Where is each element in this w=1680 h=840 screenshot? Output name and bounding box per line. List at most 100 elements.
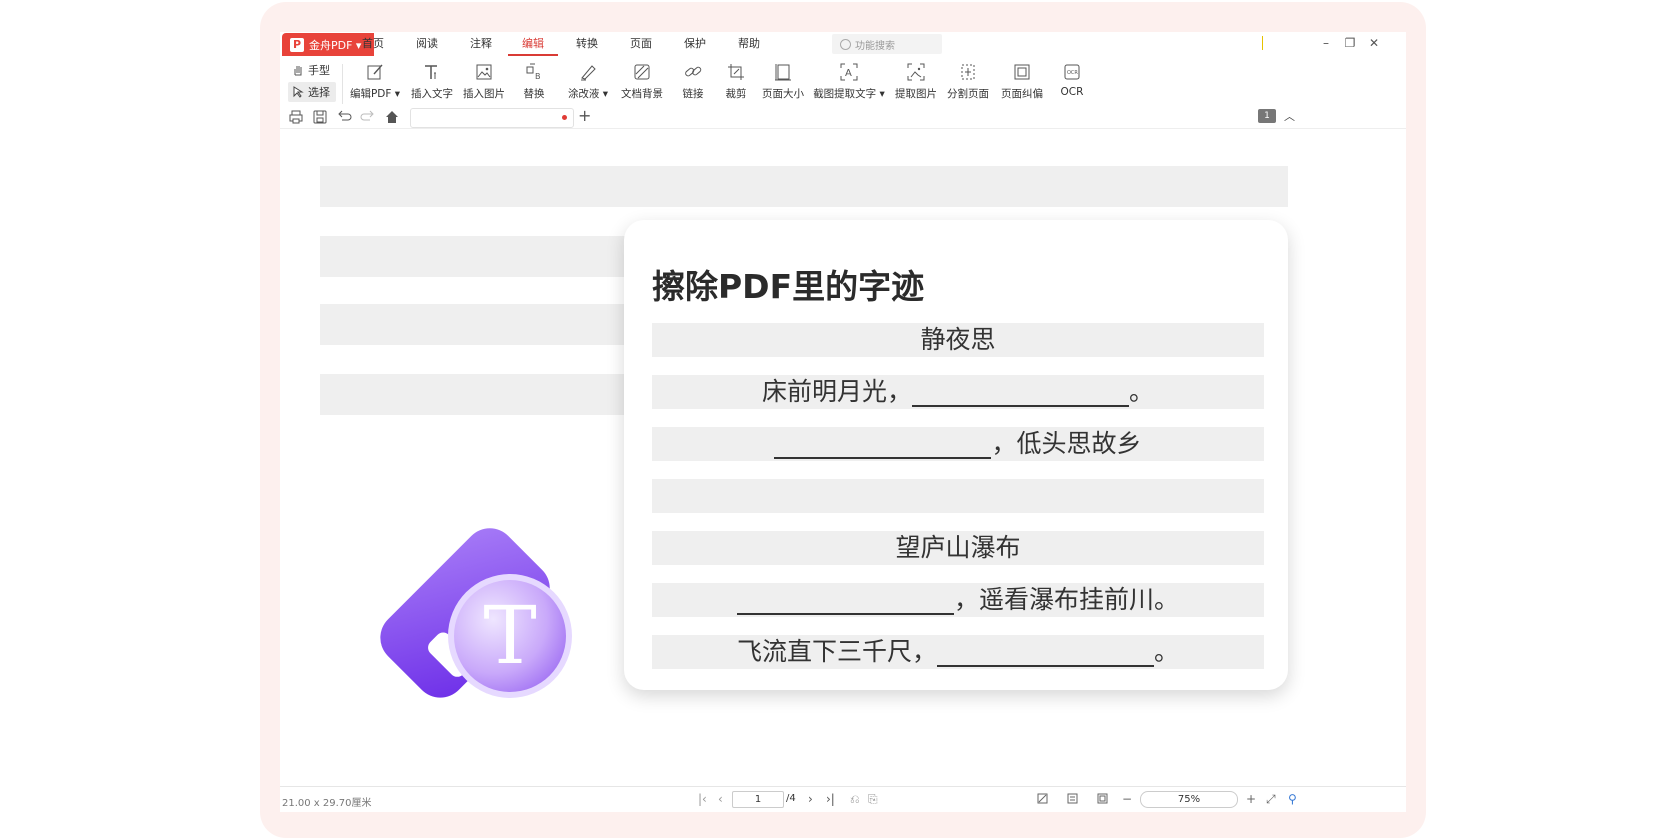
restore-icon[interactable]: ❐: [1342, 36, 1358, 50]
poem1-line2-text: ，低头思故乡: [991, 429, 1142, 458]
hand-tool-button[interactable]: 手型: [288, 60, 336, 80]
print-icon[interactable]: [288, 109, 304, 125]
ocr-button[interactable]: OCR OCR: [1050, 60, 1094, 106]
insert-text-button[interactable]: 插入文字: [406, 60, 458, 106]
page-size-label: 页面大小: [762, 88, 804, 100]
card-title: 擦除PDF里的字迹: [652, 267, 925, 306]
document-background-icon: [634, 64, 650, 80]
app-brand-label: 金舟PDF ▾: [309, 38, 362, 52]
text-t-icon: T: [483, 589, 536, 682]
collapse-ribbon-icon[interactable]: ︿: [1284, 108, 1295, 124]
screenshot-ocr-label: 截图提取文字 ▾: [813, 88, 885, 100]
replace-button[interactable]: B 替换: [512, 60, 556, 106]
minimize-icon[interactable]: –: [1318, 36, 1334, 50]
menu-annotate[interactable]: 注释: [466, 36, 496, 54]
document-background-button[interactable]: 文档背景: [614, 60, 670, 106]
deskew-button[interactable]: 页面纠偏: [996, 60, 1048, 106]
placeholder-bar: [320, 236, 640, 277]
fit-page-icon[interactable]: [1096, 792, 1110, 806]
fill-in-blank: [774, 427, 992, 459]
feature-search-input[interactable]: 功能搜索: [832, 34, 942, 54]
split-page-label: 分割页面: [947, 88, 989, 100]
correction-fluid-icon: [581, 65, 596, 81]
zoom-select[interactable]: 75%: [1140, 791, 1238, 808]
replace-icon: B: [526, 63, 541, 81]
menu-edit[interactable]: 编辑: [508, 36, 558, 56]
unsaved-indicator: [562, 115, 567, 120]
new-tab-button[interactable]: +: [578, 106, 591, 125]
correction-fluid-label: 涂改液 ▾: [567, 88, 609, 100]
poem2-line1-text: ，遥看瀑布挂前川。: [953, 585, 1179, 614]
prev-page-icon[interactable]: ‹: [718, 792, 723, 806]
poem2-line1: ，遥看瀑布挂前川。: [652, 583, 1264, 617]
search-placeholder: 功能搜索: [855, 40, 895, 52]
empty-line: [652, 479, 1264, 513]
link-label: 链接: [682, 88, 704, 100]
menu-page[interactable]: 页面: [626, 36, 656, 54]
menu-convert[interactable]: 转换: [572, 36, 602, 54]
poem1-line1: 床前明月光， 。: [652, 375, 1264, 409]
document-background-label: 文档背景: [621, 88, 663, 100]
deskew-label: 页面纠偏: [1001, 88, 1043, 100]
split-page-button[interactable]: 分割页面: [942, 60, 994, 106]
page-layout-icon[interactable]: [1066, 792, 1080, 806]
ribbon-toolbar: 手型 选择 编辑PDF ▾ 插入文字 插入图片 B 替换 涂改液 ▾ 文档背景 …: [280, 60, 1406, 106]
fill-in-blank: [937, 635, 1154, 667]
fullscreen-icon[interactable]: ⤢: [1266, 792, 1276, 807]
poem-card: 擦除PDF里的字迹 静夜思 床前明月光， 。 ，低头思故乡 望庐山瀑布 ，遥看瀑布…: [624, 220, 1288, 690]
hand-icon: [294, 66, 302, 76]
link-icon: [685, 66, 702, 77]
forward-view-icon[interactable]: ⎘: [868, 792, 878, 807]
poem1-line1-end: 。: [1129, 377, 1155, 406]
back-view-icon[interactable]: ⎌: [850, 792, 860, 807]
link-button[interactable]: 链接: [672, 60, 714, 106]
save-icon[interactable]: [312, 109, 328, 125]
svg-text:A: A: [845, 68, 852, 79]
select-tool-label: 选择: [308, 86, 330, 99]
crop-button[interactable]: 裁剪: [716, 60, 756, 106]
cursor-icon: [293, 86, 304, 98]
menu-home[interactable]: 首页: [358, 36, 388, 54]
search-icon: [840, 38, 851, 50]
page-number-input[interactable]: 1: [732, 791, 784, 808]
document-tab[interactable]: [410, 108, 574, 128]
insert-image-button[interactable]: 插入图片: [458, 60, 510, 106]
svg-text:B: B: [535, 72, 541, 81]
zoom-in-icon[interactable]: +: [1246, 792, 1256, 806]
redo-icon[interactable]: [360, 109, 376, 125]
menu-help[interactable]: 帮助: [734, 36, 764, 54]
last-page-icon[interactable]: ›|: [826, 792, 835, 806]
close-icon[interactable]: ✕: [1366, 36, 1382, 50]
edit-pdf-button[interactable]: 编辑PDF ▾: [344, 60, 406, 106]
quick-toolbar: + 1 ︿: [280, 106, 1406, 129]
view-mode-icon[interactable]: [1036, 792, 1050, 806]
fill-in-blank: [736, 583, 954, 615]
select-tool-button[interactable]: 选择: [288, 82, 336, 102]
poem2-title: 望庐山瀑布: [652, 531, 1264, 565]
poem2-line2-text: 飞流直下三千尺，: [736, 637, 937, 666]
notification-marker: [1262, 36, 1263, 50]
extract-image-button[interactable]: 提取图片: [892, 60, 940, 106]
pin-icon[interactable]: ⚲: [1288, 792, 1297, 806]
menu-read[interactable]: 阅读: [412, 36, 442, 54]
screenshot-ocr-button[interactable]: A 截图提取文字 ▾: [810, 60, 888, 106]
correction-fluid-button[interactable]: 涂改液 ▾: [562, 60, 614, 106]
zoom-out-icon[interactable]: −: [1122, 792, 1132, 806]
insert-image-label: 插入图片: [463, 88, 505, 100]
edit-pdf-label: 编辑PDF ▾: [349, 88, 401, 100]
first-page-icon[interactable]: |‹: [698, 792, 707, 806]
page-size-button[interactable]: 页面大小: [756, 60, 810, 106]
home-icon[interactable]: [384, 109, 400, 125]
poem1-line2: ，低头思故乡: [652, 427, 1264, 461]
menu-bar: P 金舟PDF ▾ 首页 阅读 注释 编辑 转换 页面 保护 帮助 功能搜索 –…: [280, 32, 1406, 56]
undo-icon[interactable]: [336, 109, 352, 125]
extract-image-label: 提取图片: [895, 88, 937, 100]
menu-protect[interactable]: 保护: [680, 36, 710, 54]
split-page-icon: [961, 64, 975, 80]
extract-image-icon: [907, 63, 925, 81]
placeholder-bar: [320, 166, 1288, 207]
fill-in-blank: [912, 375, 1129, 407]
ribbon-divider: [342, 64, 343, 104]
next-page-icon[interactable]: ›: [808, 792, 813, 806]
poem2-line2-end: 。: [1154, 637, 1180, 666]
